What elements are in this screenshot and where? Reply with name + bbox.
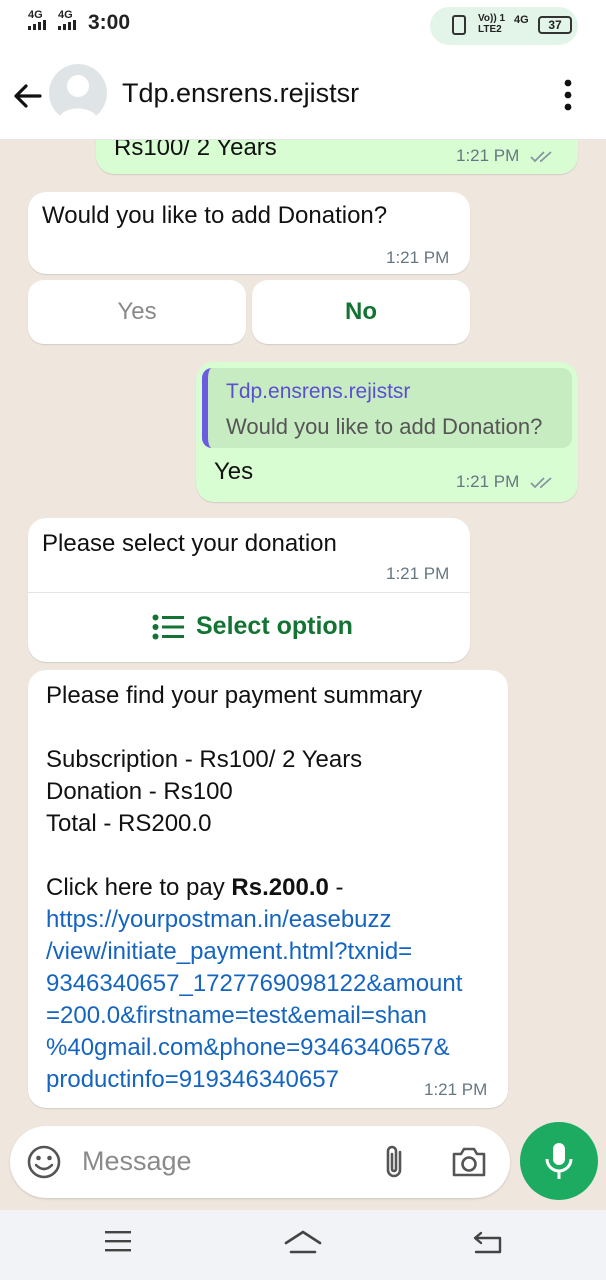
message-bubble-outgoing[interactable]: Rs100/ 2 Years 1:21 PM bbox=[96, 140, 578, 174]
signal-bars-icon bbox=[28, 20, 46, 30]
summary-donation: Donation - Rs100 bbox=[46, 778, 233, 805]
avatar[interactable] bbox=[49, 64, 107, 122]
more-vert-icon[interactable] bbox=[558, 78, 578, 112]
chat-area[interactable]: Rs100/ 2 Years 1:21 PM Would you like to… bbox=[0, 140, 606, 1124]
message-time: 1:21 PM bbox=[424, 1080, 488, 1099]
select-option-label: Select option bbox=[196, 612, 353, 640]
message-bubble-payment-summary[interactable]: Please find your payment summary Subscri… bbox=[28, 670, 508, 1108]
pay-line: Click here to pay Rs.200.0 - bbox=[46, 874, 344, 901]
system-nav-bar bbox=[0, 1210, 606, 1280]
status-bar: 4G 4G 3:00 Vo)) 1 LTE2 4G 37 bbox=[0, 0, 606, 48]
list-icon bbox=[152, 614, 184, 640]
message-text: Rs100/ 2 Years bbox=[114, 140, 277, 161]
divider bbox=[28, 592, 470, 593]
clock: 3:00 bbox=[88, 11, 131, 34]
message-text: Please select your donation bbox=[42, 530, 337, 557]
message-time: 1:21 PM bbox=[456, 146, 556, 166]
mic-icon bbox=[545, 1143, 573, 1179]
network-type: 4G bbox=[514, 14, 529, 26]
menu-icon[interactable] bbox=[103, 1228, 133, 1254]
message-bubble-incoming[interactable]: Would you like to add Donation? 1:21 PM bbox=[28, 192, 470, 274]
message-input[interactable]: Message bbox=[82, 1146, 192, 1177]
message-time: 1:21 PM bbox=[386, 248, 450, 267]
quick-reply-no-button[interactable]: No bbox=[252, 280, 470, 344]
summary-heading: Please find your payment summary bbox=[46, 682, 423, 709]
quoted-message[interactable]: Tdp.ensrens.rejistsr Would you like to a… bbox=[202, 368, 572, 448]
signal-bars-icon bbox=[58, 20, 76, 30]
camera-icon[interactable] bbox=[450, 1144, 488, 1180]
summary-subscription: Subscription - Rs100/ 2 Years bbox=[46, 746, 363, 773]
double-check-icon bbox=[530, 150, 552, 162]
summary-total: Total - RS200.0 bbox=[46, 810, 212, 837]
chat-header: Tdp.ensrens.rejistsr bbox=[0, 48, 606, 140]
select-option-button[interactable]: Select option bbox=[28, 594, 470, 660]
signal-1: 4G bbox=[28, 10, 50, 30]
message-time: 1:21 PM bbox=[386, 564, 450, 583]
message-time: 1:21 PM bbox=[456, 472, 556, 492]
home-icon[interactable] bbox=[283, 1228, 323, 1258]
attach-icon[interactable] bbox=[380, 1142, 410, 1182]
message-bubble-incoming-list[interactable]: Please select your donation 1:21 PM Sele… bbox=[28, 518, 470, 662]
battery-icon: 37 bbox=[538, 16, 572, 34]
double-check-icon bbox=[530, 476, 552, 488]
volte-indicator: Vo)) 1 LTE2 bbox=[478, 13, 506, 35]
vibrate-icon bbox=[452, 15, 466, 35]
quick-reply-yes-button[interactable]: Yes bbox=[28, 280, 246, 344]
mic-button[interactable] bbox=[520, 1122, 598, 1200]
status-right-group: Vo)) 1 LTE2 4G 37 bbox=[430, 7, 578, 45]
avatar-person-icon bbox=[58, 75, 98, 122]
quoted-sender: Tdp.ensrens.rejistsr bbox=[226, 380, 411, 403]
signal-2: 4G bbox=[58, 10, 80, 30]
message-composer: Message bbox=[10, 1126, 510, 1198]
quoted-text: Would you like to add Donation? bbox=[226, 414, 543, 439]
message-bubble-outgoing-reply[interactable]: Tdp.ensrens.rejistsr Would you like to a… bbox=[196, 362, 578, 502]
contact-name[interactable]: Tdp.ensrens.rejistsr bbox=[122, 78, 359, 109]
message-text: Yes bbox=[214, 458, 254, 485]
payment-link[interactable]: https://yourpostman.in/easebuzz /view/in… bbox=[46, 904, 462, 1096]
message-text: Would you like to add Donation? bbox=[42, 202, 388, 229]
back-arrow-icon[interactable] bbox=[10, 78, 46, 114]
emoji-icon[interactable] bbox=[26, 1144, 62, 1180]
back-nav-icon[interactable] bbox=[472, 1228, 504, 1256]
